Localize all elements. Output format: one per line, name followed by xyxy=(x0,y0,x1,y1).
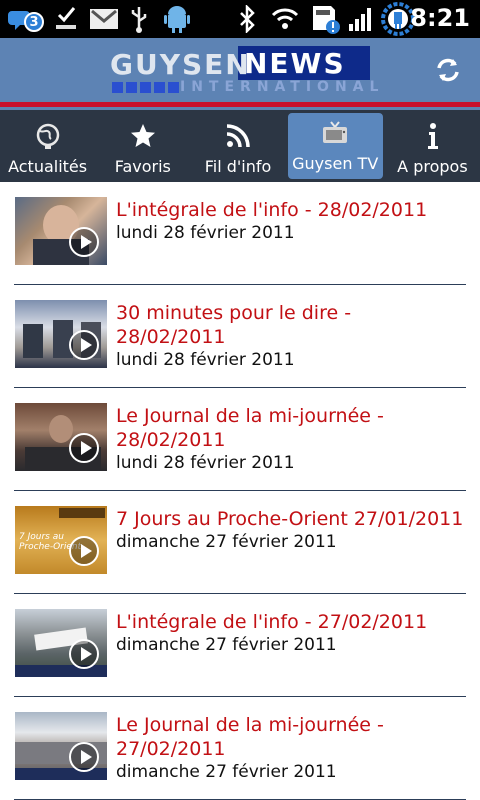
tab-actualites[interactable]: Actualités xyxy=(0,110,95,182)
video-title: L'intégrale de l'info - 27/02/2011 xyxy=(116,611,428,633)
list-item[interactable]: 30 minutes pour le dire - 28/02/2011 lun… xyxy=(14,285,466,388)
video-thumbnail xyxy=(15,197,107,265)
header-divider xyxy=(0,102,480,107)
tab-bar: Actualités Favoris Fil d'info Guysen TV … xyxy=(0,110,480,182)
list-item[interactable]: L'intégrale de l'info - 28/02/2011 lundi… xyxy=(14,182,466,285)
video-thumbnail xyxy=(15,403,107,471)
play-icon xyxy=(69,227,99,257)
clock: 8:21 xyxy=(410,4,470,32)
bluetooth-icon xyxy=(236,5,258,33)
video-list: L'intégrale de l'info - 28/02/2011 lundi… xyxy=(0,182,480,800)
tv-icon xyxy=(320,118,350,148)
app-header: GUYSEN NEWS INTERNATIONAL xyxy=(0,38,480,110)
usb-icon xyxy=(128,5,150,33)
tab-label: A propos xyxy=(397,157,468,176)
video-thumbnail xyxy=(15,300,107,368)
video-thumbnail: 7 Jours au Proche-Orient xyxy=(15,506,107,574)
tab-guysen-tv[interactable]: Guysen TV xyxy=(287,113,383,179)
video-date: lundi 28 février 2011 xyxy=(116,453,295,473)
tab-favoris[interactable]: Favoris xyxy=(95,110,190,182)
notification-count-badge: 3 xyxy=(24,12,44,32)
download-icon xyxy=(52,5,80,33)
play-icon xyxy=(69,330,99,360)
video-date: lundi 28 février 2011 xyxy=(116,223,295,243)
status-bar: 3 8:21 xyxy=(0,0,480,38)
video-thumbnail xyxy=(15,609,107,677)
video-thumbnail xyxy=(15,712,107,780)
list-item[interactable]: L'intégrale de l'info - 27/02/2011 diman… xyxy=(14,594,466,697)
video-date: lundi 28 février 2011 xyxy=(116,350,295,370)
android-icon xyxy=(160,5,194,33)
list-item[interactable]: Le Journal de la mi-journée - 28/02/2011… xyxy=(14,388,466,491)
tab-label: Fil d'info xyxy=(204,157,272,176)
tab-label: Favoris xyxy=(114,157,171,176)
sd-card-icon xyxy=(308,5,342,34)
play-icon xyxy=(69,433,99,463)
tab-label: Actualités xyxy=(8,157,88,176)
tab-fil-info[interactable]: Fil d'info xyxy=(190,110,285,182)
video-date: dimanche 27 février 2011 xyxy=(116,762,337,782)
star-icon xyxy=(128,121,158,151)
play-icon xyxy=(69,536,99,566)
gmail-icon xyxy=(88,5,120,33)
video-title: L'intégrale de l'info - 28/02/2011 xyxy=(116,199,428,221)
video-date: dimanche 27 février 2011 xyxy=(116,635,337,655)
tab-a-propos[interactable]: A propos xyxy=(385,110,480,182)
info-icon xyxy=(417,121,447,151)
guysen-news-logo: GUYSEN NEWS INTERNATIONAL xyxy=(110,46,378,98)
list-item[interactable]: Le Journal de la mi-journée - 27/02/2011… xyxy=(14,697,466,800)
video-title: 30 minutes pour le dire - 28/02/2011 xyxy=(116,302,352,348)
globe-icon xyxy=(33,121,63,151)
video-title: 7 Jours au Proche-Orient 27/01/2011 xyxy=(116,508,464,530)
wifi-icon xyxy=(270,5,300,33)
logo-subtitle: INTERNATIONAL xyxy=(180,79,385,95)
logo-word-news: NEWS xyxy=(244,47,346,80)
tab-label: Guysen TV xyxy=(292,154,379,173)
play-icon xyxy=(69,639,99,669)
video-date: dimanche 27 février 2011 xyxy=(116,532,337,552)
list-item[interactable]: 7 Jours au Proche-Orient 7 Jours au Proc… xyxy=(14,491,466,594)
play-icon xyxy=(69,742,99,772)
logo-word-guysen: GUYSEN xyxy=(110,48,251,81)
rss-icon xyxy=(223,121,253,151)
video-title: Le Journal de la mi-journée - 27/02/2011 xyxy=(116,714,384,760)
refresh-icon[interactable] xyxy=(434,56,462,84)
signal-icon xyxy=(346,5,374,33)
video-title: Le Journal de la mi-journée - 28/02/2011 xyxy=(116,405,384,451)
